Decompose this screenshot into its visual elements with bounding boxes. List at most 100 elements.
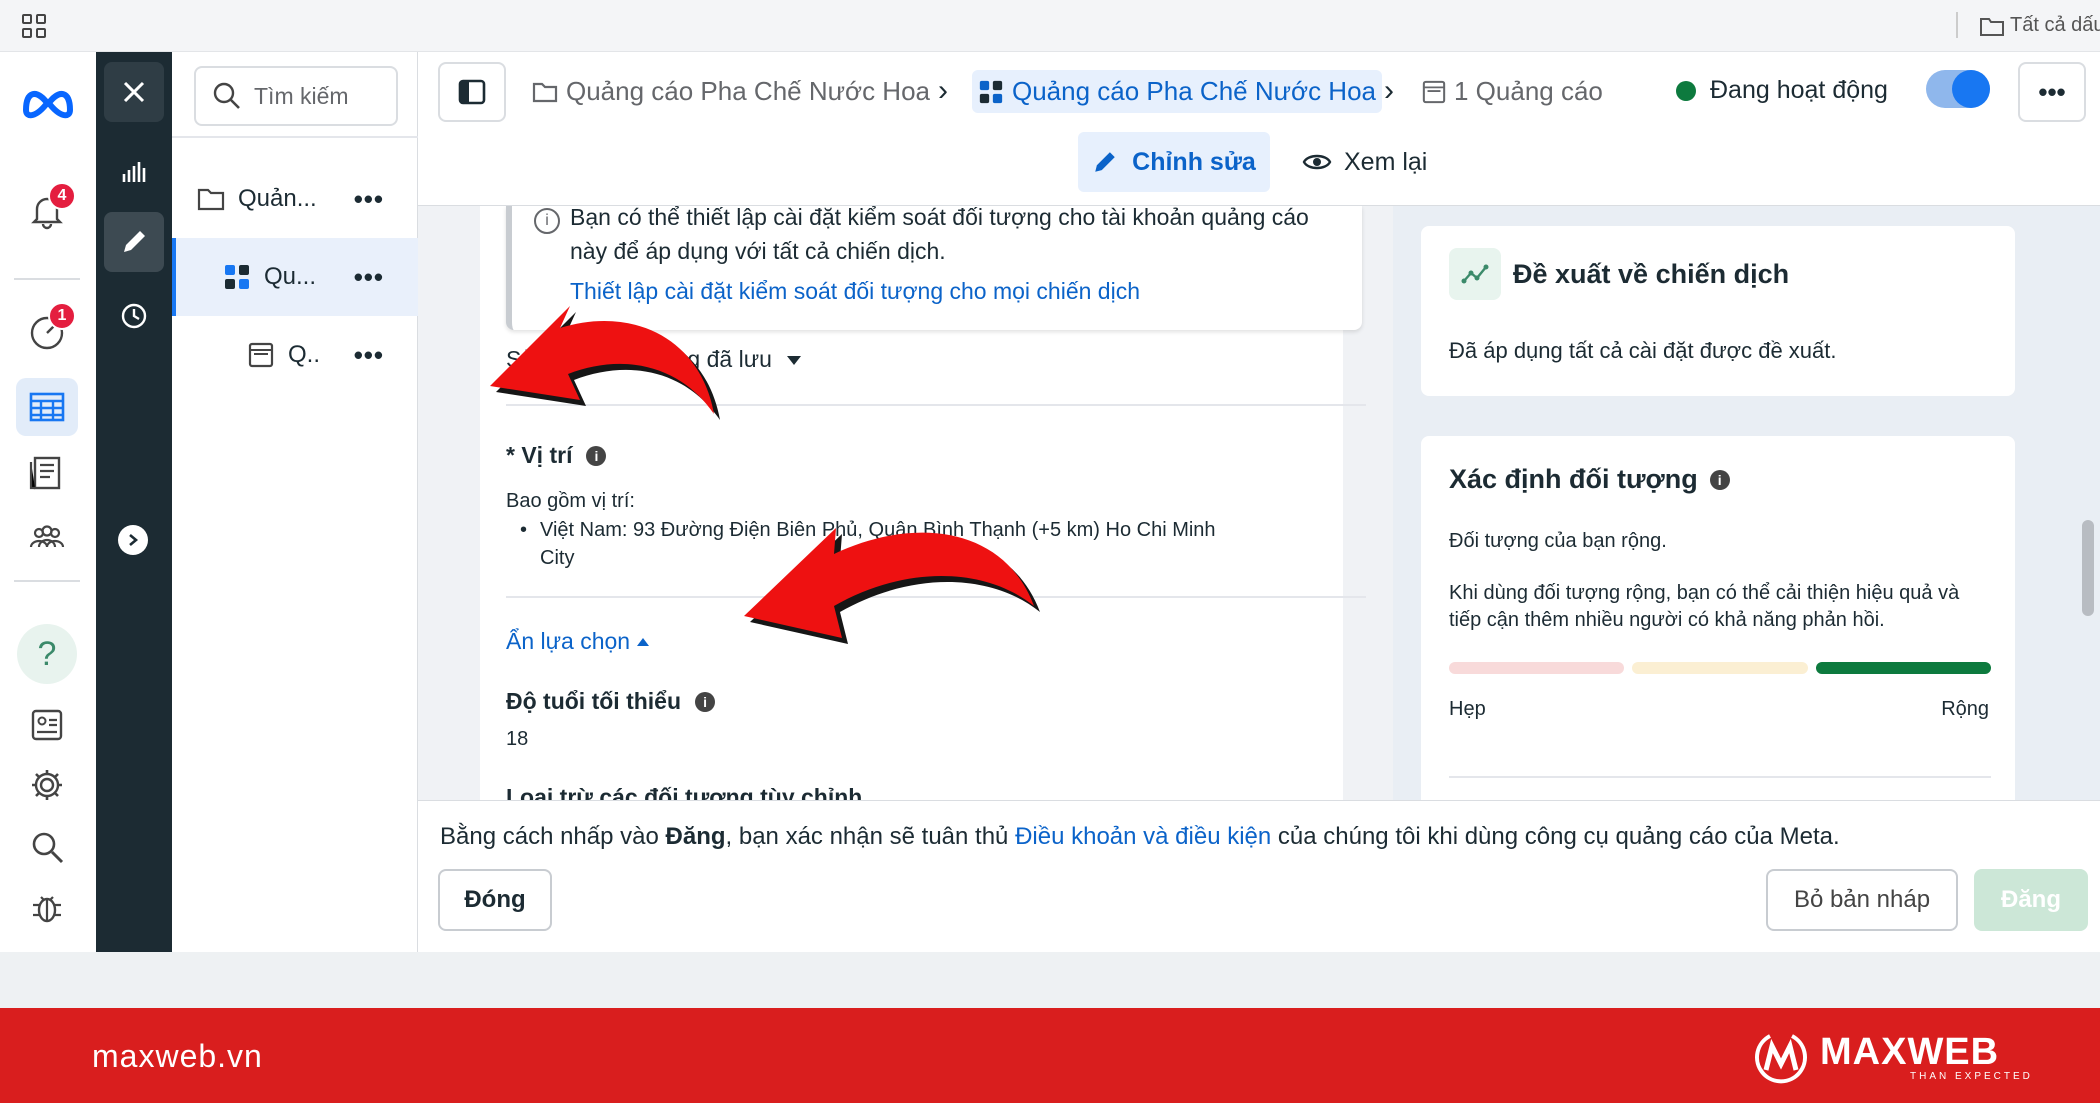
toggle-sidebar-button[interactable]	[438, 62, 506, 122]
ad-icon	[246, 340, 276, 370]
performance-button[interactable]: 1	[16, 302, 78, 360]
min-age-value: 18	[506, 728, 529, 750]
pages-button[interactable]	[16, 444, 78, 502]
breadcrumb-adset[interactable]: Quảng cáo Pha Chế Nước Hoa	[972, 70, 1382, 113]
terms-link[interactable]: Điều khoản và điều kiện	[1015, 823, 1271, 850]
delivery-status: Đang hoạt động	[1676, 76, 1888, 105]
bug-icon	[33, 896, 61, 923]
breadcrumb-ads[interactable]: 1 Quảng cáo	[1422, 76, 1603, 107]
status-dot	[1676, 80, 1696, 101]
breadcrumb-ads-label: 1 Quảng cáo	[1454, 76, 1603, 106]
tab-review[interactable]: Xem lại	[1302, 132, 1427, 192]
help-button[interactable]: ?	[17, 624, 77, 684]
bar-chart-icon	[122, 162, 146, 182]
location-title: * Vị trí	[506, 442, 573, 468]
tree-item-adset[interactable]: Qu... •••	[172, 238, 418, 316]
audience-controls-notice: i Bạn có thể thiết lập cài đặt kiểm soát…	[506, 206, 1362, 330]
folder-icon	[1980, 17, 2004, 36]
audience-definition-heading: Xác định đối tượng i	[1449, 464, 1730, 495]
editor-footer: Bằng cách nhấp vào Đăng, bạn xác nhận sẽ…	[418, 800, 2100, 952]
more-options-icon[interactable]: •••	[354, 340, 384, 371]
recommendations-text: Đã áp dụng tất cả cài đặt được đề xuất.	[1449, 338, 1837, 363]
info-icon[interactable]: i	[695, 691, 716, 712]
reporting-button[interactable]	[104, 142, 164, 202]
location-item-text: Việt Nam: 93 Đường Điện Biên Phủ, Quận B…	[540, 519, 1216, 569]
edit-mode-button[interactable]	[104, 212, 164, 272]
more-options-icon[interactable]: •••	[354, 184, 384, 215]
chevron-right-icon: ›	[1384, 74, 1394, 107]
tree-search-input[interactable]: Tìm kiếm	[194, 66, 398, 126]
close-editor-button[interactable]	[104, 62, 164, 122]
table-icon	[29, 392, 65, 422]
terms-bold: Đăng	[665, 823, 726, 850]
close-button[interactable]: Đóng	[438, 869, 552, 931]
clock-icon	[121, 303, 147, 329]
meter-segment-broad	[1815, 662, 1991, 674]
info-icon: i	[534, 208, 560, 234]
pages-badge: 1	[48, 302, 76, 330]
nav-divider	[14, 278, 80, 280]
caret-up-icon	[637, 637, 650, 646]
discard-draft-button[interactable]: Bỏ bản nháp	[1766, 869, 1958, 931]
help-icon: ?	[37, 634, 57, 673]
ads-manager-button[interactable]	[16, 378, 78, 436]
breadcrumb-campaign[interactable]: Quảng cáo Pha Chế Nước Hoa	[532, 76, 930, 107]
settings-button[interactable]	[16, 756, 78, 814]
saved-audience-dropdown[interactable]: Sử dụng đối tượng đã lưu	[506, 346, 802, 373]
brand-tagline: THAN EXPECTED	[1910, 1070, 2033, 1082]
notice-text: Bạn có thể thiết lập cài đặt kiểm soát đ…	[570, 206, 1309, 264]
breadcrumb-adset-label: Quảng cáo Pha Chế Nước Hoa	[1012, 76, 1376, 106]
more-options-icon[interactable]: •••	[354, 262, 384, 293]
status-label: Đang hoạt động	[1710, 76, 1888, 104]
toggle-knob	[1952, 70, 1990, 108]
people-icon	[29, 525, 65, 548]
all-bookmarks-folder[interactable]: Tất cả dấu	[1980, 14, 2100, 37]
meta-logo[interactable]	[20, 82, 76, 122]
maxweb-mark-icon	[1755, 1034, 1807, 1084]
scrollbar[interactable]	[2082, 520, 2094, 616]
search-button[interactable]	[16, 818, 78, 876]
more-actions-button[interactable]: •••	[2018, 62, 2086, 122]
section-divider	[1449, 776, 1991, 778]
audience-status: Đối tượng của bạn rộng.	[1449, 530, 1667, 552]
meter-segment-specific	[1632, 662, 1808, 674]
global-nav: 4 1 ?	[0, 52, 96, 952]
info-icon[interactable]: i	[1709, 469, 1730, 490]
pencil-icon	[124, 231, 145, 252]
status-toggle[interactable]	[1926, 70, 1990, 108]
tree-item-label: Q..	[288, 341, 321, 368]
notifications-button[interactable]: 4	[16, 182, 78, 240]
hide-options-link[interactable]: Ẩn lựa chọn	[506, 628, 650, 655]
tree-item-ad[interactable]: Q.. •••	[172, 316, 418, 394]
trend-icon	[1449, 248, 1501, 300]
audiences-button[interactable]	[16, 510, 78, 568]
newspaper-icon	[29, 456, 61, 490]
apps-grid-icon[interactable]	[22, 14, 46, 38]
report-bug-button[interactable]	[16, 878, 78, 936]
bullet-icon: •	[520, 519, 528, 541]
account-overview-button[interactable]	[16, 696, 78, 754]
location-item: • Việt Nam: 93 Đường Điện Biên Phủ, Quận…	[520, 516, 1240, 572]
audience-controls-link[interactable]: Thiết lập cài đặt kiểm soát đối tượng ch…	[570, 278, 1140, 305]
info-icon[interactable]: i	[586, 445, 607, 466]
tab-edit[interactable]: Chỉnh sửa	[1078, 132, 1270, 192]
maxweb-logo: MAXWEB THAN EXPECTED	[1750, 1030, 2033, 1084]
tree-item-campaign[interactable]: Quản... •••	[172, 160, 418, 238]
audience-definition-title: Xác định đối tượng	[1449, 464, 1698, 494]
breadcrumb-campaign-label: Quảng cáo Pha Chế Nước Hoa	[566, 76, 930, 106]
audience-definition-card: Xác định đối tượng i Đối tượng của bạn r…	[1421, 436, 2015, 800]
recommendations-heading: Đề xuất về chiến dịch	[1449, 248, 1789, 300]
location-subheading: Bao gồm vị trí:	[506, 490, 635, 512]
history-button[interactable]	[104, 286, 164, 346]
editor-main: i Bạn có thể thiết lập cài đặt kiểm soát…	[418, 206, 1393, 800]
tree-item-label: Quản...	[238, 185, 317, 212]
chevron-right-icon	[129, 534, 139, 546]
publish-button[interactable]: Đăng	[1974, 869, 2088, 931]
adset-grid-icon	[222, 262, 252, 292]
browser-bookmarks-bar: Tất cả dấu	[0, 0, 2100, 52]
close-icon	[123, 81, 145, 103]
expand-panel-button[interactable]	[118, 525, 148, 555]
hide-options-label: Ẩn lựa chọn	[506, 628, 631, 654]
guidance-panel: Đề xuất về chiến dịch Đã áp dụng tất cả …	[1393, 206, 2100, 800]
meter-broad-label: Rộng	[1941, 698, 1989, 720]
